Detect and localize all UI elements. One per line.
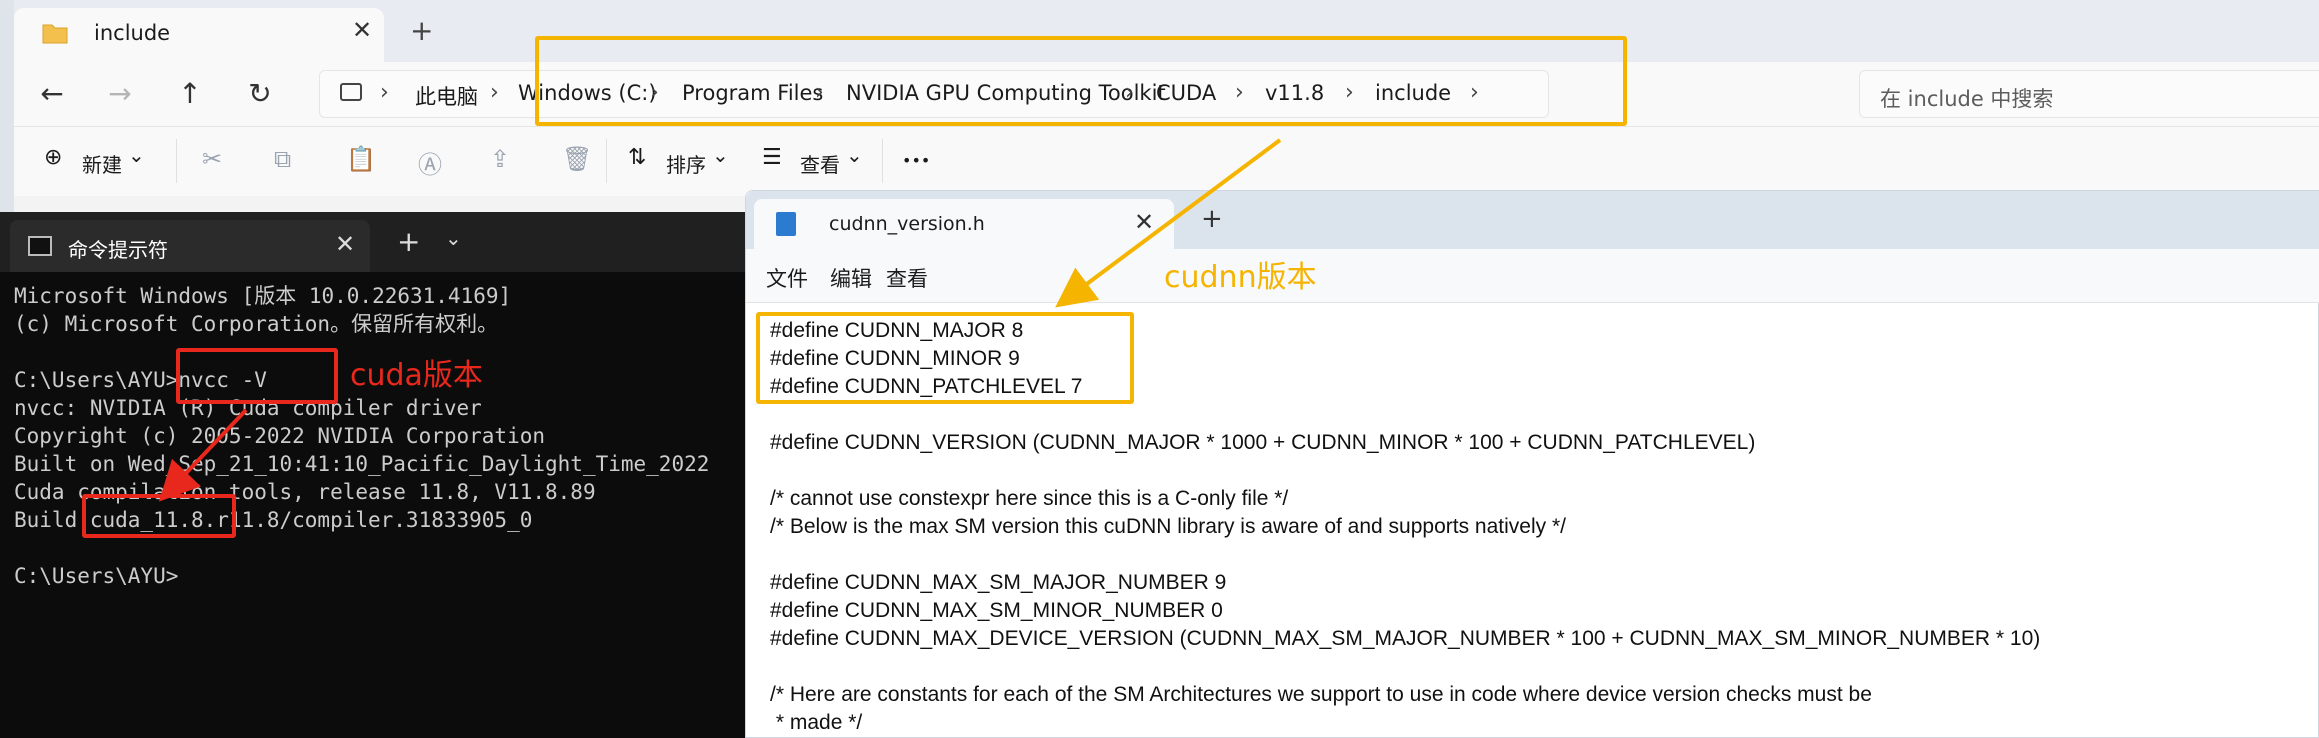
paste-icon[interactable]: 📋 <box>346 145 376 173</box>
chevron-down-icon[interactable]: ⌄ <box>128 143 145 167</box>
terminal-tab[interactable]: 命令提示符 ✕ <box>10 220 370 272</box>
new-button[interactable]: 新建 <box>82 149 122 178</box>
command-bar: ⊕ 新建 ⌄ ✂ ⧉ 📋 Ⓐ ⇪ 🗑 ⇅ 排序 ⌄ ☰ 查看 ⌄ ••• <box>14 126 2319 196</box>
new-tab-button[interactable]: + <box>1201 204 1223 234</box>
view-button[interactable]: 查看 <box>800 149 840 178</box>
terminal-line: Microsoft Windows [版本 10.0.22631.4169] <box>14 284 512 308</box>
code-line: #define CUDNN_MAX_SM_MAJOR_NUMBER 9 <box>770 571 1227 594</box>
new-tab-button[interactable]: + <box>397 225 420 258</box>
sort-button[interactable]: 排序 <box>666 149 706 178</box>
new-tab-button[interactable]: + <box>410 14 433 47</box>
close-icon[interactable]: ✕ <box>335 230 355 258</box>
code-line: #define CUDNN_VERSION (CUDNN_MAJOR * 100… <box>770 431 1756 454</box>
close-icon[interactable]: ✕ <box>1134 208 1154 236</box>
refresh-button[interactable]: ↻ <box>240 76 280 112</box>
notepad-window: cudnn_version.h ✕ + 文件 编辑 查看 #define CUD… <box>745 190 2319 738</box>
terminal-icon <box>28 236 52 256</box>
terminal-tab-title: 命令提示符 <box>68 238 168 262</box>
menu-view[interactable]: 查看 <box>886 263 928 293</box>
close-icon[interactable]: ✕ <box>352 16 372 44</box>
cuda-version-label: cuda版本 <box>350 358 483 393</box>
cudnn-version-label: cudnn版本 <box>1164 260 1317 295</box>
cut-icon[interactable]: ✂ <box>202 145 222 173</box>
breadcrumb-this-pc[interactable]: 此电脑 <box>415 81 478 111</box>
back-button[interactable]: ← <box>32 76 72 112</box>
terminal-line: Built on Wed_Sep_21_10:41:10_Pacific_Day… <box>14 452 710 476</box>
code-line: /* cannot use constexpr here since this … <box>770 487 1289 510</box>
up-button[interactable]: ↑ <box>170 76 210 112</box>
notepad-menubar: 文件 编辑 查看 <box>746 249 2319 303</box>
cudnn-version-highlight <box>756 312 1134 404</box>
divider <box>882 139 883 183</box>
notepad-tab-title: cudnn_version.h <box>829 213 985 235</box>
more-options-icon[interactable]: ••• <box>902 151 930 170</box>
terminal-line: C:\Users\AYU> <box>14 564 179 588</box>
divider <box>176 139 177 183</box>
search-placeholder: 在 include 中搜索 <box>1880 87 2054 111</box>
notepad-icon <box>776 212 796 236</box>
forward-button[interactable]: → <box>100 76 140 112</box>
cuda-version-highlight <box>82 494 236 538</box>
code-line: #define CUDNN_MAX_SM_MINOR_NUMBER 0 <box>770 599 1223 622</box>
folder-icon <box>42 24 68 44</box>
chevron-right-icon[interactable]: › <box>490 80 499 105</box>
menu-file[interactable]: 文件 <box>766 263 808 293</box>
terminal-line: (c) Microsoft Corporation。保留所有权利。 <box>14 312 499 336</box>
code-line: /* Below is the max SM version this cuDN… <box>770 515 1566 538</box>
code-line: #define CUDNN_MAX_DEVICE_VERSION (CUDNN_… <box>770 627 2041 650</box>
computer-icon <box>340 83 362 101</box>
breadcrumb-highlight <box>535 36 1627 126</box>
terminal-tabbar: 命令提示符 ✕ + ⌄ <box>0 212 755 272</box>
share-icon[interactable]: ⇪ <box>490 145 510 173</box>
command-prompt-window: 命令提示符 ✕ + ⌄ Microsoft Windows [版本 10.0.2… <box>0 212 755 738</box>
chevron-down-icon[interactable]: ⌄ <box>712 143 729 167</box>
chevron-right-icon[interactable]: › <box>380 80 389 105</box>
explorer-tab-title: include <box>94 21 171 45</box>
copy-icon[interactable]: ⧉ <box>274 145 291 173</box>
code-line: /* Here are constants for each of the SM… <box>770 683 1872 706</box>
explorer-tab[interactable]: include ✕ <box>14 8 384 62</box>
notepad-tabbar: cudnn_version.h ✕ + <box>746 191 2319 249</box>
delete-icon[interactable]: 🗑 <box>562 145 592 173</box>
chevron-down-icon[interactable]: ⌄ <box>846 143 863 167</box>
menu-edit[interactable]: 编辑 <box>830 263 872 293</box>
terminal-output[interactable]: Microsoft Windows [版本 10.0.22631.4169] (c… <box>14 282 755 590</box>
chevron-down-icon[interactable]: ⌄ <box>445 226 462 250</box>
rename-icon[interactable]: Ⓐ <box>418 145 442 180</box>
notepad-tab[interactable]: cudnn_version.h ✕ <box>754 199 1174 249</box>
divider <box>606 139 607 183</box>
plus-circle-icon: ⊕ <box>44 145 63 170</box>
terminal-line: Copyright (c) 2005-2022 NVIDIA Corporati… <box>14 424 546 448</box>
search-input[interactable]: 在 include 中搜索 <box>1859 70 2319 118</box>
nvcc-command-highlight <box>176 348 338 404</box>
view-icon: ☰ <box>762 145 782 170</box>
terminal-line: nvcc: NVIDIA (R) Cuda compiler driver <box>14 396 482 420</box>
sort-icon: ⇅ <box>628 145 647 170</box>
code-line: * made */ <box>770 711 863 734</box>
